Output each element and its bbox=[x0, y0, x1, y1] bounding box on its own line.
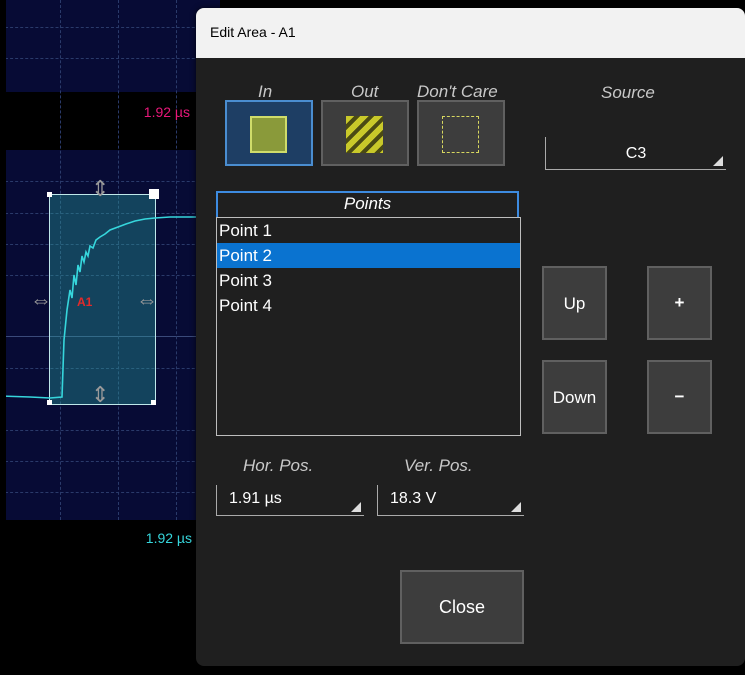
waveform-grid-top bbox=[0, 0, 220, 92]
dont-care-dashed-icon bbox=[442, 116, 479, 153]
condition-label-dont-care: Don't Care bbox=[417, 82, 498, 101]
dropdown-corner-icon bbox=[713, 156, 723, 166]
up-button[interactable]: Up bbox=[542, 266, 607, 340]
condition-dont-care-button[interactable] bbox=[417, 100, 505, 166]
source-label: Source bbox=[601, 83, 655, 102]
ver-pos-value: 18.3 V bbox=[390, 490, 437, 507]
move-horizontal-icon[interactable]: ⇔ bbox=[30, 289, 52, 311]
hor-pos-field[interactable]: 1.91 µs bbox=[216, 485, 364, 516]
move-vertical-icon[interactable]: ⇕ bbox=[91, 178, 109, 200]
ver-pos-field[interactable]: 18.3 V bbox=[377, 485, 524, 516]
list-item[interactable]: Point 4 bbox=[217, 293, 520, 318]
dropdown-corner-icon bbox=[351, 502, 361, 512]
area-corner-handle[interactable] bbox=[47, 400, 52, 405]
area-label: A1 bbox=[77, 295, 93, 309]
condition-label-in: In bbox=[258, 82, 273, 101]
list-item[interactable]: Point 1 bbox=[217, 218, 520, 243]
condition-out-button[interactable] bbox=[321, 100, 409, 166]
list-item-selected[interactable]: Point 2 bbox=[217, 243, 520, 268]
in-swatch-icon bbox=[250, 116, 287, 153]
plus-icon: + bbox=[674, 293, 685, 312]
condition-in-button[interactable] bbox=[225, 100, 313, 166]
area-corner-handle[interactable] bbox=[151, 400, 156, 405]
down-button[interactable]: Down bbox=[542, 360, 607, 434]
list-item[interactable]: Point 3 bbox=[217, 268, 520, 293]
source-select[interactable]: C3 bbox=[545, 137, 726, 170]
move-vertical-icon[interactable]: ⇕ bbox=[91, 384, 109, 406]
time-readout-top: 1.92 µs bbox=[143, 104, 190, 120]
hor-pos-label: Hor. Pos. bbox=[243, 456, 314, 475]
up-button-label: Up bbox=[563, 294, 586, 313]
condition-label-out: Out bbox=[351, 82, 379, 101]
area-corner-handle[interactable] bbox=[47, 192, 52, 197]
time-readout-bottom: 1.92 µs bbox=[145, 530, 192, 546]
area-corner-handle[interactable] bbox=[149, 189, 159, 199]
remove-point-button[interactable]: − bbox=[647, 360, 712, 434]
ver-pos-label: Ver. Pos. bbox=[404, 456, 473, 475]
down-button-label: Down bbox=[552, 388, 597, 407]
points-list[interactable]: Point 1 Point 2 Point 3 Point 4 bbox=[216, 217, 521, 436]
edit-area-dialog: Edit Area - A1 In Out Don't Care Source … bbox=[196, 8, 745, 666]
add-point-button[interactable]: + bbox=[647, 266, 712, 340]
out-hatch-icon bbox=[346, 116, 383, 153]
points-header: Points bbox=[216, 191, 519, 217]
hor-pos-value: 1.91 µs bbox=[229, 490, 282, 507]
dropdown-corner-icon bbox=[511, 502, 521, 512]
move-horizontal-icon[interactable]: ⇔ bbox=[136, 289, 158, 311]
dialog-title: Edit Area - A1 bbox=[210, 24, 296, 40]
minus-icon: − bbox=[674, 387, 685, 406]
close-button[interactable]: Close bbox=[400, 570, 524, 644]
source-value: C3 bbox=[625, 145, 647, 162]
screen-edge bbox=[0, 0, 6, 675]
dialog-titlebar[interactable]: Edit Area - A1 bbox=[196, 8, 745, 58]
